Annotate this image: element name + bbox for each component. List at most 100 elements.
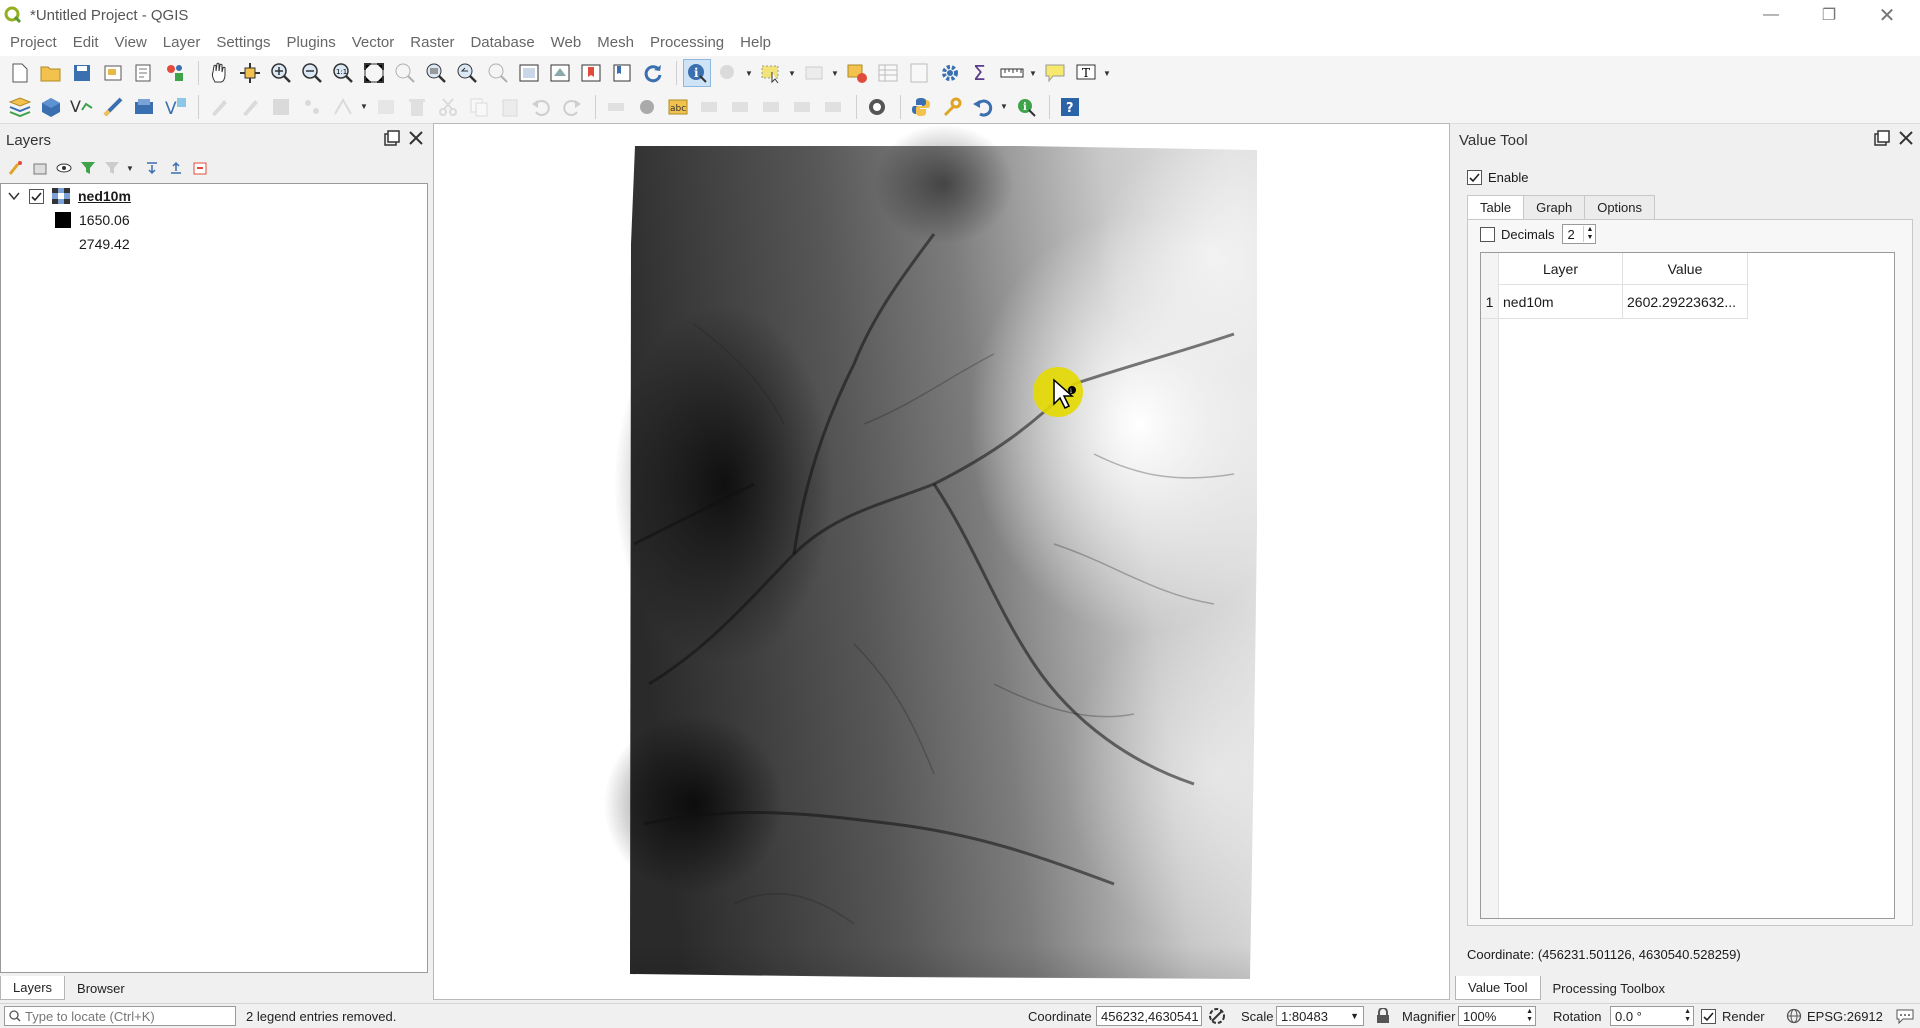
- deselect-all-button[interactable]: [843, 59, 871, 87]
- zoom-full-button[interactable]: [360, 59, 388, 87]
- spin-arrows-icon[interactable]: ▲ ▼: [1583, 226, 1595, 242]
- open-project-button[interactable]: [37, 59, 65, 87]
- zoom-out-button[interactable]: [298, 59, 326, 87]
- cut-features-button[interactable]: [434, 93, 462, 121]
- expand-all-icon[interactable]: [142, 158, 162, 178]
- enable-checkbox[interactable]: [1467, 170, 1482, 185]
- redo-button[interactable]: [558, 93, 586, 121]
- zoom-native-button[interactable]: 1:1: [329, 59, 357, 87]
- zoom-last-button[interactable]: [453, 59, 481, 87]
- paste-features-button[interactable]: [496, 93, 524, 121]
- new-print-layout-button[interactable]: [99, 59, 127, 87]
- column-header-layer[interactable]: Layer: [1499, 253, 1623, 285]
- data-source-manager-button[interactable]: [6, 93, 34, 121]
- add-feature-button[interactable]: [298, 93, 326, 121]
- remove-layer-icon[interactable]: [190, 158, 210, 178]
- vertex-dropdown[interactable]: ▼: [360, 93, 368, 121]
- table-cell-value[interactable]: 2602.29223632...: [1623, 285, 1748, 319]
- table-cell-layer[interactable]: ned10m: [1499, 285, 1623, 319]
- show-hide-labels-button[interactable]: [726, 93, 754, 121]
- scale-combobox[interactable]: 1:80483 ▼: [1276, 1006, 1364, 1026]
- close-window-button[interactable]: ✕: [1858, 0, 1916, 30]
- zoom-in-button[interactable]: [267, 59, 295, 87]
- render-checkbox[interactable]: [1701, 1009, 1716, 1024]
- menu-raster[interactable]: Raster: [402, 30, 462, 56]
- modify-attributes-button[interactable]: [372, 93, 400, 121]
- menu-layer[interactable]: Layer: [155, 30, 209, 56]
- field-calculator-button[interactable]: [905, 59, 933, 87]
- new-project-button[interactable]: [6, 59, 34, 87]
- float-panel-icon[interactable]: [384, 130, 400, 150]
- run-feature-action-button[interactable]: [714, 59, 742, 87]
- new-bookmark-button[interactable]: [577, 59, 605, 87]
- plugin-tool-button[interactable]: [938, 93, 966, 121]
- save-edits-button[interactable]: [267, 93, 295, 121]
- python-console-button[interactable]: [907, 93, 935, 121]
- zoom-to-layer-button[interactable]: [422, 59, 450, 87]
- plugin-undo-tool-button[interactable]: [969, 93, 997, 121]
- toggle-extents-icon[interactable]: [1208, 1007, 1226, 1025]
- action-dropdown[interactable]: ▼: [745, 59, 753, 87]
- add-vector-layer-button[interactable]: V: [68, 93, 96, 121]
- current-edits-button[interactable]: [205, 93, 233, 121]
- menu-plugins[interactable]: Plugins: [279, 30, 344, 56]
- manage-visibility-icon[interactable]: [54, 158, 74, 178]
- identify-features-button[interactable]: i: [683, 59, 711, 87]
- select-features-button[interactable]: [757, 59, 785, 87]
- menu-help[interactable]: Help: [732, 30, 779, 56]
- tab-table[interactable]: Table: [1467, 195, 1525, 219]
- layer-row-ned10m[interactable]: ned10m: [7, 184, 131, 208]
- tab-value-tool[interactable]: Value Tool: [1455, 976, 1541, 1000]
- pan-to-selection-button[interactable]: [236, 59, 264, 87]
- vertex-tool-button[interactable]: [329, 93, 357, 121]
- layer-visibility-checkbox[interactable]: [29, 188, 44, 204]
- select-by-value-button[interactable]: [800, 59, 828, 87]
- map-canvas[interactable]: i: [433, 123, 1450, 1000]
- georeferencer-button[interactable]: [863, 93, 891, 121]
- menu-web[interactable]: Web: [543, 30, 590, 56]
- tab-layers[interactable]: Layers: [0, 976, 66, 1000]
- rotate-label-button[interactable]: [788, 93, 816, 121]
- tab-browser[interactable]: Browser: [65, 976, 137, 1000]
- minimize-button[interactable]: —: [1742, 0, 1800, 30]
- decimals-checkbox[interactable]: [1480, 226, 1495, 242]
- zoom-to-selection-button[interactable]: [391, 59, 419, 87]
- locator-search-input[interactable]: Type to locate (Ctrl+K): [4, 1006, 236, 1026]
- attribute-table-button[interactable]: [874, 59, 902, 87]
- tab-options[interactable]: Options: [1584, 195, 1656, 219]
- layout-manager-button[interactable]: [130, 59, 158, 87]
- pin-labels-button[interactable]: [695, 93, 723, 121]
- measure-button[interactable]: [998, 59, 1026, 87]
- zoom-next-button[interactable]: [484, 59, 512, 87]
- float-panel-icon[interactable]: [1874, 130, 1890, 150]
- filter-by-expression-icon[interactable]: [102, 158, 122, 178]
- delete-selected-button[interactable]: [403, 93, 431, 121]
- layer-styling-icon[interactable]: [6, 158, 26, 178]
- coordinate-field[interactable]: 456232,4630541: [1096, 1006, 1202, 1026]
- close-panel-icon[interactable]: [1898, 130, 1914, 150]
- magnifier-spinbox[interactable]: 100% ▲ ▼: [1458, 1006, 1536, 1026]
- messages-icon[interactable]: [1896, 1008, 1914, 1024]
- add-wms-layer-button[interactable]: V: [161, 93, 189, 121]
- show-bookmarks-button[interactable]: [608, 59, 636, 87]
- select-dropdown[interactable]: ▼: [788, 59, 796, 87]
- select-value-dropdown[interactable]: ▼: [831, 59, 839, 87]
- add-group-icon[interactable]: [30, 158, 50, 178]
- style-manager-button[interactable]: [161, 59, 189, 87]
- close-panel-icon[interactable]: [408, 130, 424, 150]
- copy-features-button[interactable]: [465, 93, 493, 121]
- help-contents-button[interactable]: ?: [1056, 93, 1084, 121]
- decimals-spinbox[interactable]: 2 ▲ ▼: [1562, 224, 1597, 244]
- add-virtual-layer-button[interactable]: [130, 93, 158, 121]
- refresh-button[interactable]: [639, 59, 667, 87]
- menu-vector[interactable]: Vector: [344, 30, 403, 56]
- rotation-spinbox[interactable]: 0.0 ° ▲ ▼: [1610, 1006, 1694, 1026]
- move-label-button[interactable]: [757, 93, 785, 121]
- menu-mesh[interactable]: Mesh: [589, 30, 642, 56]
- restore-button[interactable]: ❐: [1800, 0, 1858, 30]
- value-tool-button[interactable]: i: [1012, 93, 1040, 121]
- layer-labeling-button[interactable]: [633, 93, 661, 121]
- menu-database[interactable]: Database: [462, 30, 542, 56]
- annotation-dropdown[interactable]: ▼: [1103, 59, 1111, 87]
- new-geopackage-layer-button[interactable]: [37, 93, 65, 121]
